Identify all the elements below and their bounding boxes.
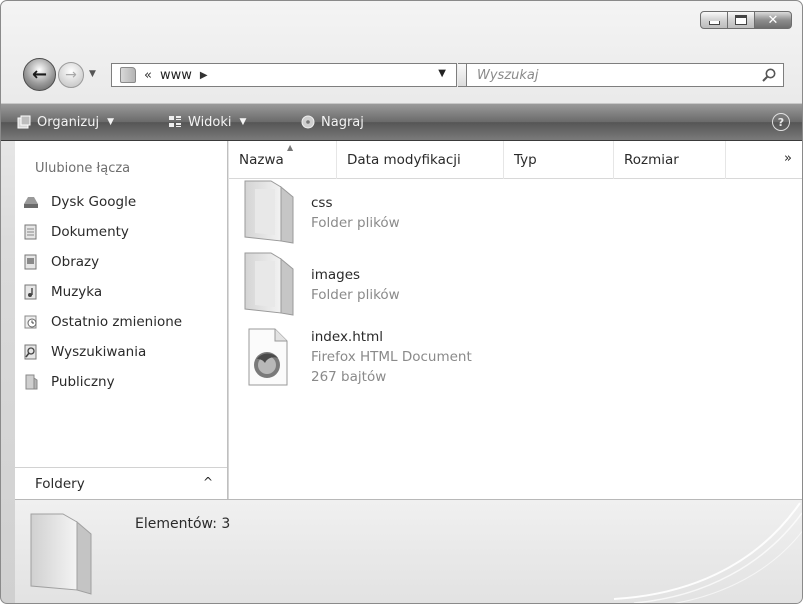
burn-button[interactable]: Nagraj [301,104,364,140]
address-path-segment[interactable]: www [160,68,192,83]
back-arrow-icon: ← [31,64,48,85]
sidebar-item-recent[interactable]: Ostatnio zmienione [23,311,182,333]
folder-icon [30,513,92,595]
chevron-down-icon: ▼ [107,117,115,127]
views-label: Widoki [188,114,232,130]
list-item[interactable]: index.html Firefox HTML Document 267 baj… [229,323,802,403]
sidebar-item-label: Dysk Google [51,194,137,210]
recent-icon [24,315,37,329]
forward-arrow-icon: → [65,67,77,83]
views-button[interactable]: Widoki ▼ [168,104,246,140]
maximize-icon [735,15,747,25]
searches-icon [24,344,37,360]
firefox-document-icon [248,328,288,386]
documents-icon [24,224,37,240]
sidebar-item-pictures[interactable]: Obrazy [23,251,99,273]
address-bar[interactable]: « www ▶ ▼ [111,63,457,87]
pictures-icon [24,254,37,270]
column-header-size[interactable]: Rozmiar [614,141,726,179]
column-header-date[interactable]: Data modyfikacji [337,141,504,179]
sidebar-item-label: Dokumenty [51,224,129,240]
address-overflow-chevron[interactable]: « [144,68,152,83]
organize-label: Organizuj [37,114,100,130]
sidebar-item-label: Muzyka [51,284,103,300]
search-box[interactable]: Wyszukaj [466,63,784,87]
list-item[interactable]: images Folder plików [229,251,802,321]
sidebar-item-searches[interactable]: Wyszukiwania [23,341,146,363]
address-dropdown-icon[interactable]: ▼ [438,68,446,79]
file-type: Folder plików [311,215,400,231]
chevron-up-icon[interactable]: ^ [203,475,213,489]
more-columns-button[interactable]: » [784,151,792,166]
sidebar-item-label: Wyszukiwania [51,344,147,360]
sidebar-item-music[interactable]: Muzyka [23,281,102,303]
column-name-label: Nazwa [239,152,284,168]
column-size-label: Rozmiar [624,152,679,168]
search-icon[interactable] [761,67,777,83]
folders-toggle[interactable]: Foldery ^ [15,467,227,499]
minimize-button[interactable] [700,11,728,29]
details-pane: Elementów: 3 [15,499,802,603]
back-button[interactable]: ← [23,58,56,91]
sidebar-item-label: Ostatnio zmienione [51,314,183,330]
file-name: images [311,267,361,283]
file-type: Folder plików [311,287,400,303]
folder-icon [244,180,294,244]
sidebar-item-public[interactable]: Publiczny [23,371,115,393]
column-header-type[interactable]: Typ [504,141,614,179]
file-name: index.html [311,329,383,345]
close-icon: ✕ [767,12,779,28]
column-date-label: Data modyfikacji [347,152,461,168]
organize-button[interactable]: Organizuj ▼ [17,104,114,140]
sidebar-item-label: Publiczny [51,374,115,390]
sidebar-item-label: Obrazy [51,254,100,270]
navigation-pane: Ulubione łącza Dysk Google Dokumenty Obr… [15,141,228,499]
command-bar: Organizuj ▼ Widoki ▼ Nagraj ? [1,103,802,141]
breadcrumb-arrow-icon[interactable]: ▶ [200,70,208,81]
folder-icon [120,67,136,83]
column-header-name[interactable]: ▲ Nazwa [229,141,337,179]
sort-ascending-icon: ▲ [287,143,294,152]
help-icon[interactable]: ? [772,113,790,131]
burn-label: Nagraj [321,114,364,130]
chevron-down-icon: ▼ [239,117,247,127]
file-size: 267 bajtów [311,369,387,385]
folder-icon [244,252,294,316]
close-button[interactable]: ✕ [754,11,792,29]
caption-buttons: ✕ [700,11,792,29]
column-type-label: Typ [514,152,537,168]
disc-icon [301,115,315,129]
public-folder-icon [25,374,38,390]
file-name: css [311,195,333,211]
explorer-window: ✕ ← → ▼ « www ▶ ▼ ⇆ Wyszukaj [0,0,803,604]
file-list: ▲ Nazwa Data modyfikacji Typ Rozmiar » c… [229,141,802,499]
google-drive-icon [24,197,38,208]
folders-label: Foldery [35,475,85,492]
item-count: Elementów: 3 [135,516,231,532]
file-type: Firefox HTML Document [311,349,472,365]
history-dropdown-icon[interactable]: ▼ [89,69,99,79]
forward-button[interactable]: → [58,62,84,88]
organize-icon [17,115,31,129]
music-icon [24,284,37,300]
views-icon [169,116,181,127]
column-headers: ▲ Nazwa Data modyfikacji Typ Rozmiar » [229,141,802,179]
sidebar-item-documents[interactable]: Dokumenty [23,221,129,243]
minimize-icon [708,21,720,25]
list-item[interactable]: css Folder plików [229,179,802,249]
decorative-swoosh [613,502,802,603]
sidebar-item-google-drive[interactable]: Dysk Google [23,191,136,213]
search-input[interactable]: Wyszukaj [477,68,539,83]
maximize-button[interactable] [727,11,755,29]
navigation-bar: ← → ▼ « www ▶ ▼ ⇆ Wyszukaj [1,57,802,93]
favorite-links-heading: Ulubione łącza [35,161,131,176]
